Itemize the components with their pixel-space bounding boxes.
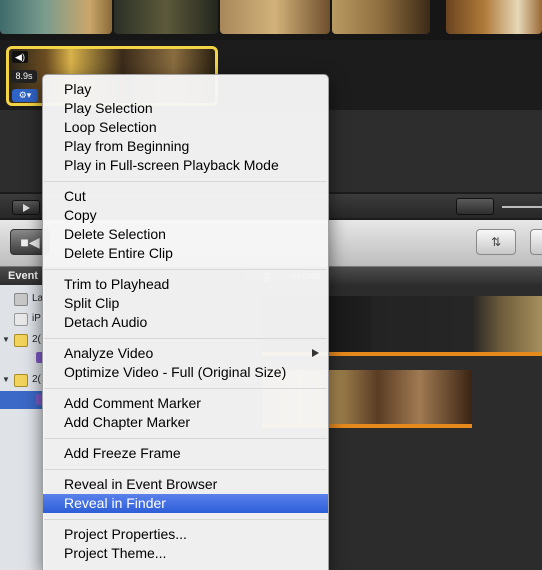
menu-item-copy[interactable]: Copy	[43, 206, 328, 225]
event-library-icon	[14, 293, 28, 306]
menu-item-loop-selection[interactable]: Loop Selection	[43, 118, 328, 137]
menu-item-split-clip[interactable]: Split Clip	[43, 294, 328, 313]
project-filmstrip	[0, 0, 542, 40]
menu-item-optimize-video[interactable]: Optimize Video - Full (Original Size)	[43, 363, 328, 382]
menu-item-trim-to-playhead[interactable]: Trim to Playhead	[43, 275, 328, 294]
event-library-header: Event	[0, 267, 44, 285]
project-clip-thumbnail[interactable]	[446, 0, 542, 34]
swap-icon: ⇅	[490, 235, 502, 249]
menu-item-reveal-in-finder[interactable]: Reveal in Finder	[43, 494, 328, 513]
library-item[interactable]: iP	[0, 310, 44, 328]
menu-item-reveal-in-event-browser[interactable]: Reveal in Event Browser	[43, 475, 328, 494]
menu-separator	[44, 181, 327, 182]
clip-duration-label: 8.9s	[11, 70, 37, 83]
menu-separator	[44, 269, 327, 270]
menu-item-analyze-video[interactable]: Analyze Video	[43, 344, 328, 363]
menu-item-delete-selection[interactable]: Delete Selection	[43, 225, 328, 244]
waveform-toggle-button[interactable]	[456, 198, 494, 215]
camera-icon: ■◀	[20, 234, 40, 250]
calendar-icon	[14, 374, 28, 387]
menu-item-project-properties[interactable]: Project Properties...	[43, 525, 328, 544]
project-clip-thumbnail[interactable]	[114, 0, 218, 34]
project-clip-thumbnail[interactable]	[332, 0, 430, 34]
toolbar-edge-button[interactable]	[530, 229, 542, 255]
disclosure-triangle-icon[interactable]: ▼	[2, 371, 10, 389]
gear-icon: ⚙▾	[18, 90, 32, 100]
menu-item-play-selection[interactable]: Play Selection	[43, 99, 328, 118]
library-item[interactable]: ▼ 2(	[0, 331, 44, 349]
menu-separator	[44, 338, 327, 339]
menu-separator	[44, 519, 327, 520]
library-item-selected[interactable]	[0, 391, 46, 409]
calendar-icon	[14, 334, 28, 347]
menu-item-play-from-beginning[interactable]: Play from Beginning	[43, 137, 328, 156]
library-item[interactable]: La	[0, 290, 44, 308]
library-item[interactable]: ▼ 2(	[0, 371, 44, 389]
menu-item-play-full-screen[interactable]: Play in Full-screen Playback Mode	[43, 156, 328, 175]
menu-item-delete-entire-clip[interactable]: Delete Entire Clip	[43, 244, 328, 263]
thumbnail-size-slider[interactable]	[500, 200, 542, 214]
iphoto-icon	[14, 313, 28, 326]
menu-item-play[interactable]: Play	[43, 80, 328, 99]
project-clip-thumbnail[interactable]	[0, 0, 112, 34]
menu-separator	[44, 469, 327, 470]
menu-item-project-theme[interactable]: Project Theme...	[43, 544, 328, 563]
menu-item-cut[interactable]: Cut	[43, 187, 328, 206]
menu-item-detach-audio[interactable]: Detach Audio	[43, 313, 328, 332]
menu-separator	[44, 438, 327, 439]
speaker-icon: ◀︎)	[12, 51, 28, 63]
menu-item-add-chapter-marker[interactable]: Add Chapter Marker	[43, 413, 328, 432]
submenu-arrow-icon	[312, 349, 319, 357]
play-full-screen-button[interactable]	[12, 200, 40, 215]
disclosure-triangle-icon[interactable]: ▼	[2, 331, 10, 349]
menu-item-add-freeze-frame[interactable]: Add Freeze Frame	[43, 444, 328, 463]
project-clip-thumbnail[interactable]	[220, 0, 330, 34]
context-menu: Play Play Selection Loop Selection Play …	[42, 74, 329, 570]
clip-action-button[interactable]: ⚙▾	[12, 89, 38, 102]
menu-item-add-comment-marker[interactable]: Add Comment Marker	[43, 394, 328, 413]
menu-separator	[44, 388, 327, 389]
swap-events-projects-button[interactable]: ⇅	[476, 229, 516, 255]
